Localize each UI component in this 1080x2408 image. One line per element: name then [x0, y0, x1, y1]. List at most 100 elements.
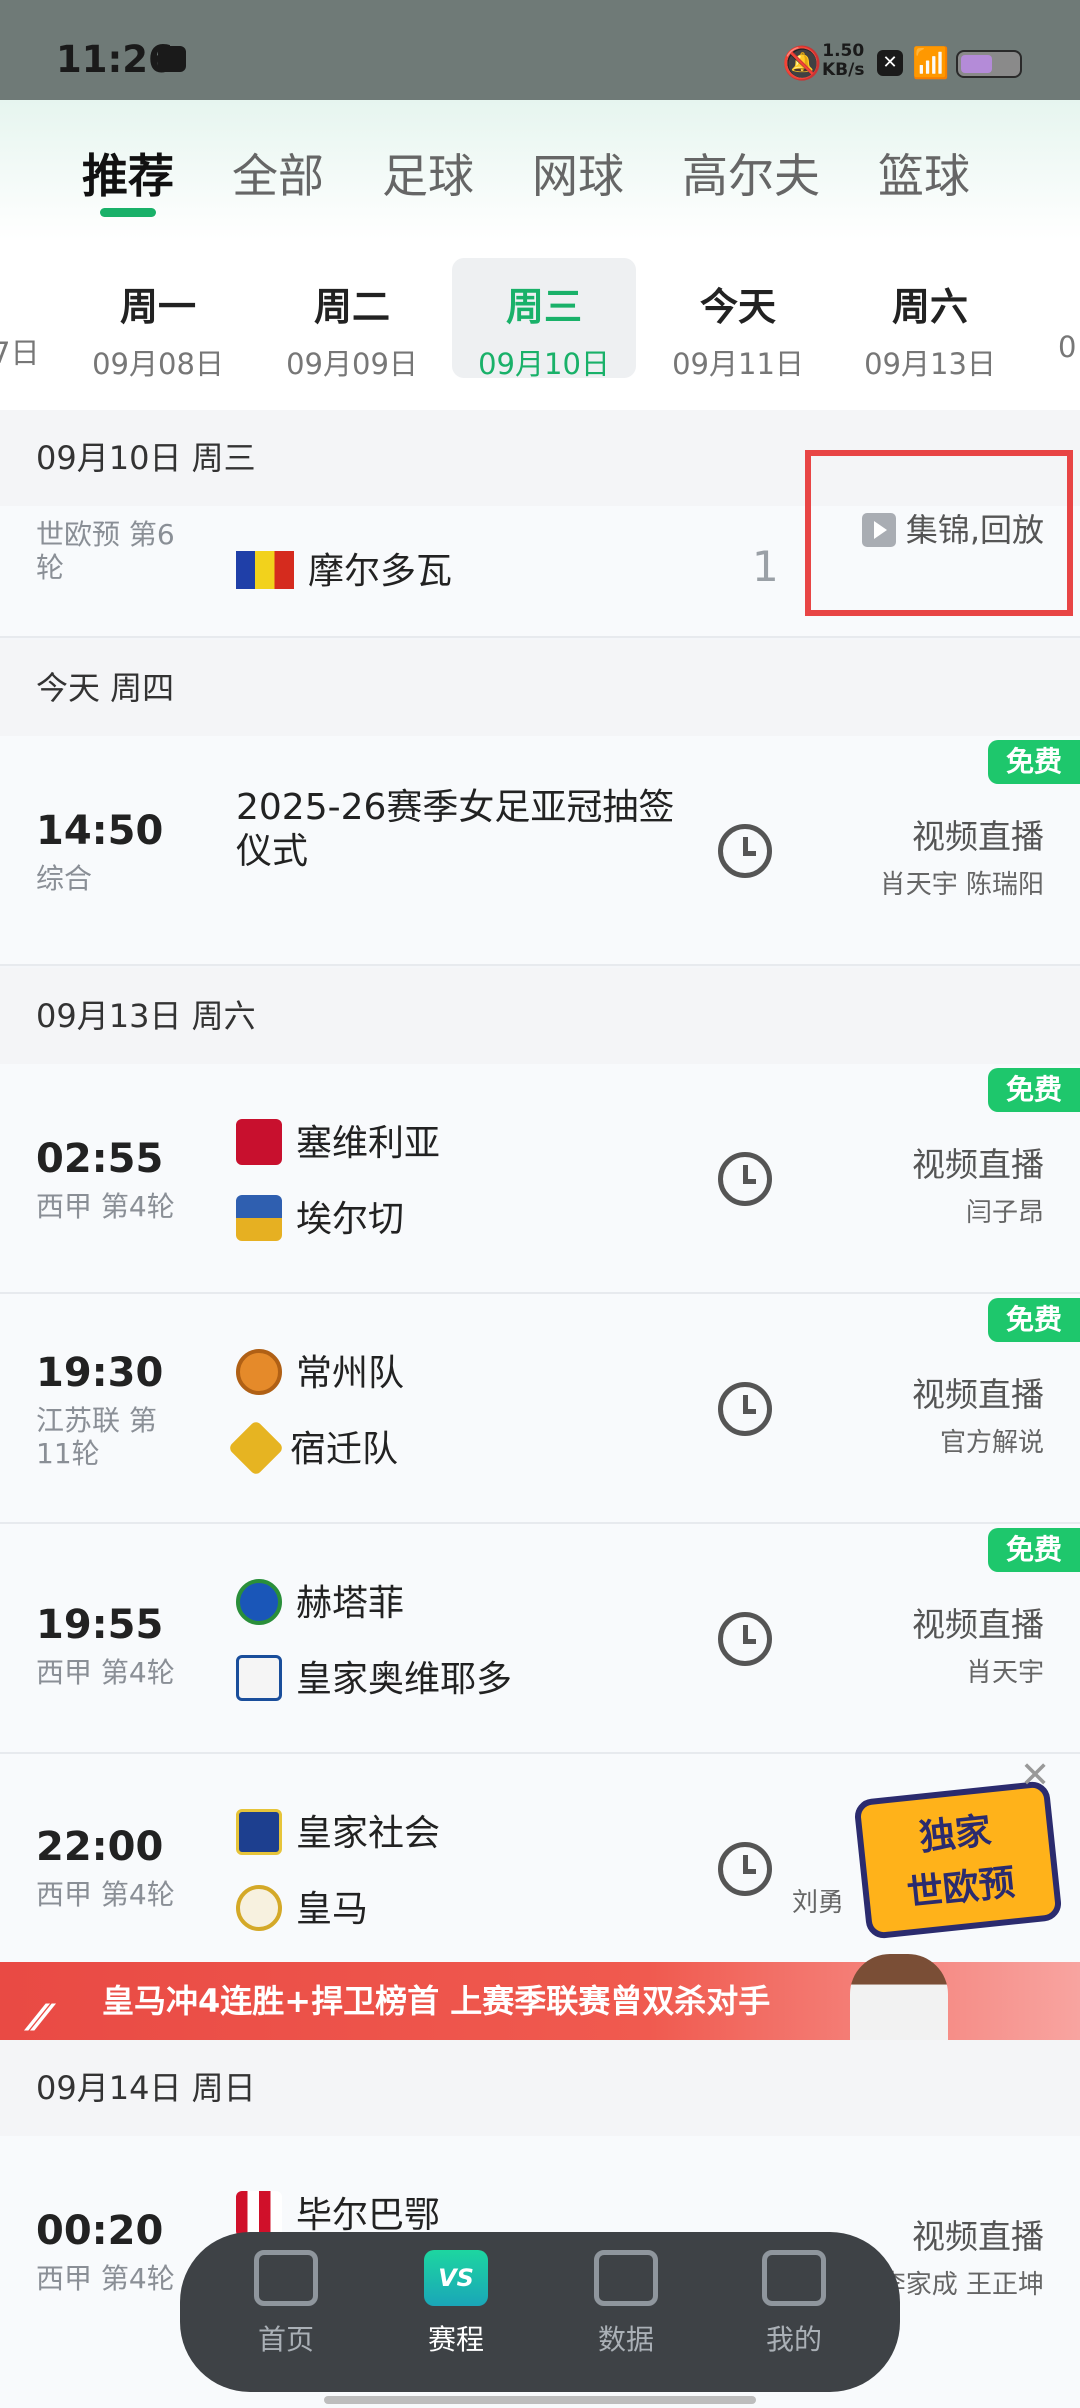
tab-tennis[interactable]: 网球: [532, 140, 624, 206]
team-logo-icon: [236, 1885, 282, 1931]
day-tab-today[interactable]: 今天 09月11日: [646, 258, 830, 381]
day-name: 周一: [119, 285, 196, 329]
nav-schedule[interactable]: VS 赛程: [396, 2250, 516, 2358]
team-name: 埃尔切: [296, 1199, 405, 1240]
day-name: 周三: [505, 285, 582, 329]
tab-underline: [100, 208, 156, 217]
alarm-icon[interactable]: [718, 824, 772, 878]
bottom-nav: 首页 VS 赛程 数据 我的: [180, 2232, 900, 2392]
match-row[interactable]: 免费 19:55 西甲 第4轮 赫塔菲 皇家奥维耶多 视频直播 肖天宇: [0, 1524, 1080, 1754]
team-logo-icon: [236, 1655, 282, 1701]
day-tab-sat[interactable]: 周六 09月13日: [838, 258, 1022, 381]
net-speed-unit: KB/s: [822, 60, 865, 80]
away-team: 皇家奥维耶多: [236, 1650, 512, 1706]
team-logo-icon: [236, 2191, 282, 2237]
news-banner[interactable]: ⁄⁄ 皇马冲4连胜+捍卫榜首 上赛季联赛曾双杀对手: [0, 1954, 1080, 2040]
match-title: 2025-26赛季女足亚冠抽签仪式: [236, 787, 675, 872]
commentators: 李家成 王正坤: [879, 2270, 1044, 2300]
home-team: 皇家社会: [236, 1804, 440, 1860]
sport-tabs: 推荐 全部 足球 网球 高尔夫 篮球: [0, 140, 1080, 220]
nav-label: 赛程: [427, 2323, 484, 2356]
match-row[interactable]: 免费 14:50 综合 2025-26赛季女足亚冠抽签仪式 视频直播 肖天宇 陈…: [0, 736, 1080, 966]
tab-golf[interactable]: 高尔夫: [682, 140, 820, 206]
home-team: 塞维利亚: [236, 1114, 440, 1170]
day-edge-right[interactable]: 0: [1058, 330, 1076, 364]
match-league: 综合: [36, 862, 93, 895]
section-header: 今天 周四: [0, 640, 1080, 736]
notification-icon: ✕: [877, 50, 903, 76]
nav-home[interactable]: 首页: [226, 2250, 346, 2358]
match-league: 西甲 第4轮: [36, 1656, 175, 1689]
day-date: 09月13日: [864, 347, 996, 381]
commentators: 刘勇: [791, 1888, 844, 1918]
broadcast-label: 视频直播: [912, 1605, 1044, 1644]
away-team: 埃尔切: [236, 1190, 404, 1246]
broadcast-label: 视频直播: [912, 817, 1044, 856]
match-row[interactable]: 免费 02:55 西甲 第4轮 塞维利亚 埃尔切 视频直播 闫子昂: [0, 1064, 1080, 1294]
alarm-icon[interactable]: [718, 1382, 772, 1436]
nav-data[interactable]: 数据: [566, 2250, 686, 2358]
broadcast-label: 视频直播: [912, 1375, 1044, 1414]
alarm-icon[interactable]: [718, 1842, 772, 1896]
status-time: 11:26: [56, 38, 174, 81]
match-league: 西甲 第4轮: [36, 1878, 175, 1911]
day-edge-left[interactable]: 7日: [0, 330, 39, 372]
match-league: 西甲 第4轮: [36, 1190, 175, 1223]
day-tab-wed[interactable]: 周三 09月10日: [452, 258, 636, 381]
wifi-icon: 📶: [912, 46, 950, 81]
tab-label: 高尔夫: [682, 149, 820, 203]
promo-sticker[interactable]: 独家 世欧预: [853, 1780, 1063, 1940]
day-name: 今天: [699, 285, 776, 329]
team-logo-icon: [227, 1419, 285, 1477]
match-score: 1: [752, 542, 779, 591]
day-tab-tue[interactable]: 周二 09月09日: [260, 258, 444, 381]
day-name: 周六: [891, 285, 968, 329]
mute-icon: 🔕: [782, 44, 822, 82]
banner-text: 皇马冲4连胜+捍卫榜首 上赛季联赛曾双杀对手: [102, 1982, 771, 2020]
close-icon[interactable]: ✕: [1020, 1755, 1050, 1796]
home-team: 赫塔菲: [236, 1574, 404, 1630]
match-league: 世欧预 第6轮: [36, 518, 175, 584]
player-image: [850, 1954, 948, 2040]
broadcast-label: 视频直播: [912, 1145, 1044, 1184]
team-name: 皇马: [296, 1889, 369, 1930]
commentators: 官方解说: [939, 1428, 1044, 1458]
battery-icon: [956, 50, 1022, 78]
tab-football[interactable]: 足球: [382, 140, 474, 206]
team-name: 皇家奥维耶多: [296, 1659, 513, 1700]
network-speed: 1.50 KB/s: [822, 42, 864, 80]
battery-level: [961, 55, 992, 73]
commentators: 肖天宇 陈瑞阳: [879, 870, 1044, 900]
tab-recommend[interactable]: 推荐: [82, 140, 174, 217]
match-time: 00:20: [36, 2208, 164, 2254]
schedule-header: 推荐 全部 足球 网球 高尔夫 篮球 周一 09月08日 周二 09月09日 周三 0…: [0, 100, 1080, 410]
team-name: 赫塔菲: [296, 1583, 405, 1624]
alarm-icon[interactable]: [718, 1152, 772, 1206]
free-badge: 免费: [988, 1068, 1080, 1112]
away-team: 皇马: [236, 1880, 368, 1936]
match-time: 14:50: [36, 808, 164, 854]
team-logo-icon: [236, 1119, 282, 1165]
free-badge: 免费: [988, 740, 1080, 784]
tab-all[interactable]: 全部: [232, 140, 324, 206]
message-icon: [158, 46, 186, 72]
match-row[interactable]: 免费 19:30 江苏联 第11轮 常州队 宿迁队 视频直播 官方解说: [0, 1294, 1080, 1524]
alarm-icon[interactable]: [718, 1612, 772, 1666]
court-icon: [254, 2250, 318, 2306]
commentators: 闫子昂: [965, 1198, 1044, 1228]
match-league: 江苏联 第11轮: [36, 1404, 157, 1470]
day-tab-mon[interactable]: 周一 09月08日: [66, 258, 250, 381]
jersey-icon: [762, 2250, 826, 2306]
team-name: 皇家社会: [296, 1813, 441, 1854]
match-league: 西甲 第4轮: [36, 2262, 175, 2295]
home-team: 常州队: [236, 1344, 404, 1400]
team-name: 摩尔多瓦: [308, 551, 453, 592]
nav-mine[interactable]: 我的: [734, 2250, 854, 2358]
match-time: 02:55: [36, 1136, 164, 1182]
away-team: 宿迁队: [227, 1419, 398, 1477]
home-indicator[interactable]: [324, 2396, 756, 2404]
tab-basketball[interactable]: 篮球: [878, 140, 970, 206]
tab-label: 推荐: [82, 149, 174, 203]
nav-label: 我的: [765, 2323, 822, 2356]
broadcast-label: 视频直播: [912, 2217, 1044, 2256]
